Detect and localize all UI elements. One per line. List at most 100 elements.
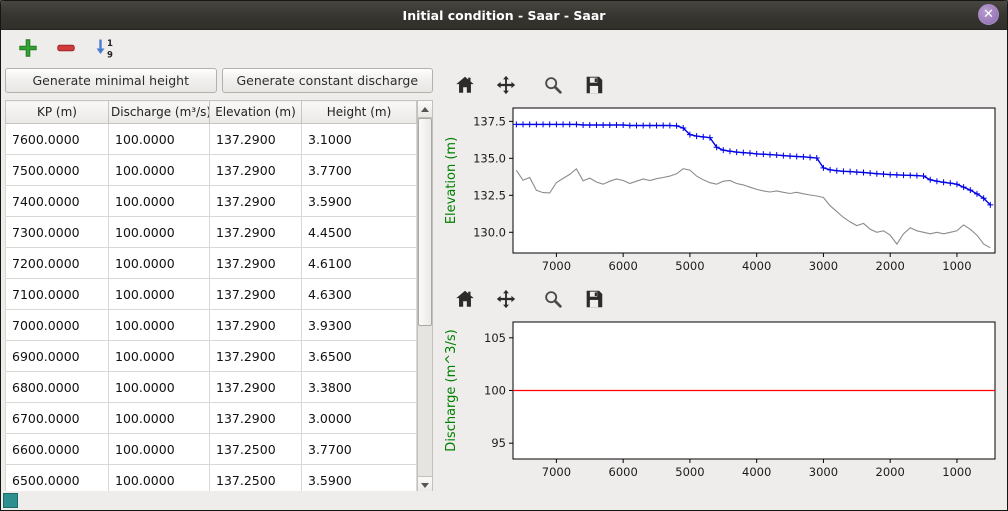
minus-icon xyxy=(55,37,77,59)
table-cell[interactable]: 3.3800 xyxy=(302,372,417,403)
corner-widget[interactable] xyxy=(3,493,18,508)
generate-minimal-height-button[interactable]: Generate minimal height xyxy=(5,68,217,93)
right-pane: 7000600050004000300020001000130.0132.513… xyxy=(439,68,1003,491)
table-cell[interactable]: 7500.0000 xyxy=(6,155,109,186)
table-cell[interactable]: 100.0000 xyxy=(109,465,210,492)
table-cell[interactable]: 100.0000 xyxy=(109,279,210,310)
window-title: Initial condition - Saar - Saar xyxy=(403,8,606,23)
table-cell[interactable]: 3.0000 xyxy=(302,403,417,434)
content-area: Generate minimal height Generate constan… xyxy=(1,66,1007,491)
add-row-button[interactable] xyxy=(15,35,41,61)
table-cell[interactable]: 137.2900 xyxy=(210,217,302,248)
titlebar[interactable]: Initial condition - Saar - Saar ✕ xyxy=(1,1,1007,30)
table-cell[interactable]: 6900.0000 xyxy=(6,341,109,372)
scrollbar-thumb[interactable] xyxy=(418,118,432,326)
table-cell[interactable]: 137.2900 xyxy=(210,403,302,434)
save-icon xyxy=(583,74,605,96)
table-cell[interactable]: 137.2900 xyxy=(210,372,302,403)
table-cell[interactable]: 137.2900 xyxy=(210,248,302,279)
table-cell[interactable]: 7100.0000 xyxy=(6,279,109,310)
elevation-pan-button[interactable] xyxy=(490,72,522,99)
svg-text:4000: 4000 xyxy=(742,259,771,273)
close-button[interactable]: ✕ xyxy=(978,4,999,25)
table-cell[interactable]: 137.2900 xyxy=(210,341,302,372)
remove-row-button[interactable] xyxy=(53,35,79,61)
table-cell[interactable]: 6600.0000 xyxy=(6,434,109,465)
table-cell[interactable]: 4.6100 xyxy=(302,248,417,279)
table-cell[interactable]: 100.0000 xyxy=(109,217,210,248)
table-cell[interactable]: 7000.0000 xyxy=(6,310,109,341)
table-scrollbar[interactable] xyxy=(417,100,433,491)
table-row: 7100.0000100.0000137.29004.6300 xyxy=(6,279,417,310)
elevation-save-button[interactable] xyxy=(578,72,610,99)
table-cell[interactable]: 137.2900 xyxy=(210,310,302,341)
table-cell[interactable]: 137.2500 xyxy=(210,465,302,492)
svg-text:Elevation (m): Elevation (m) xyxy=(444,137,459,224)
table-cell[interactable]: 3.1000 xyxy=(302,124,417,155)
pan-move-icon xyxy=(495,288,517,310)
column-header[interactable]: Discharge (m³/s) xyxy=(109,101,210,124)
table-cell[interactable]: 137.2500 xyxy=(210,434,302,465)
discharge-home-button[interactable] xyxy=(449,286,481,313)
close-icon: ✕ xyxy=(983,7,994,22)
table-cell[interactable]: 7300.0000 xyxy=(6,217,109,248)
table-cell[interactable]: 100.0000 xyxy=(109,372,210,403)
table-cell[interactable]: 3.5900 xyxy=(302,465,417,492)
scrollbar-track[interactable] xyxy=(418,118,432,476)
table-header-row: KP (m)Discharge (m³/s)Elevation (m)Heigh… xyxy=(6,101,417,124)
table-cell[interactable]: 137.2900 xyxy=(210,186,302,217)
column-header[interactable]: Height (m) xyxy=(302,101,417,124)
table-cell[interactable]: 6800.0000 xyxy=(6,372,109,403)
svg-text:2000: 2000 xyxy=(876,259,905,273)
table-cell[interactable]: 7400.0000 xyxy=(6,186,109,217)
table-cell[interactable]: 6700.0000 xyxy=(6,403,109,434)
table-cell[interactable]: 4.4500 xyxy=(302,217,417,248)
table-row: 7600.0000100.0000137.29003.1000 xyxy=(6,124,417,155)
table-cell[interactable]: 100.0000 xyxy=(109,310,210,341)
table-cell[interactable]: 3.7700 xyxy=(302,434,417,465)
sort-descending-icon: 1 9 xyxy=(92,36,116,60)
discharge-plot-toolbar xyxy=(441,284,1003,314)
table-cell[interactable]: 100.0000 xyxy=(109,248,210,279)
scroll-down-button[interactable] xyxy=(418,476,432,491)
elevation-home-button[interactable] xyxy=(449,72,481,99)
svg-text:100: 100 xyxy=(484,384,506,398)
table-cell[interactable]: 4.6300 xyxy=(302,279,417,310)
table-row: 6900.0000100.0000137.29003.6500 xyxy=(6,341,417,372)
table-cell[interactable]: 100.0000 xyxy=(109,434,210,465)
table-cell[interactable]: 100.0000 xyxy=(109,155,210,186)
svg-text:132.5: 132.5 xyxy=(473,188,506,202)
table-cell[interactable]: 3.6500 xyxy=(302,341,417,372)
table-cell[interactable]: 7200.0000 xyxy=(6,248,109,279)
discharge-zoom-button[interactable] xyxy=(537,286,569,313)
svg-text:3000: 3000 xyxy=(809,465,838,479)
table-cell[interactable]: 137.2900 xyxy=(210,155,302,186)
discharge-pan-button[interactable] xyxy=(490,286,522,313)
sort-button[interactable]: 1 9 xyxy=(91,35,117,61)
pan-move-icon xyxy=(495,74,517,96)
column-header[interactable]: KP (m) xyxy=(6,101,109,124)
discharge-save-button[interactable] xyxy=(578,286,610,313)
main-toolbar: 1 9 xyxy=(1,30,1007,66)
column-header[interactable]: Elevation (m) xyxy=(210,101,302,124)
elevation-plot[interactable]: 7000600050004000300020001000130.0132.513… xyxy=(441,102,1001,278)
svg-text:4000: 4000 xyxy=(742,465,771,479)
table-cell[interactable]: 6500.0000 xyxy=(6,465,109,492)
table-cell[interactable]: 7600.0000 xyxy=(6,124,109,155)
svg-text:6000: 6000 xyxy=(609,259,638,273)
table-row: 6800.0000100.0000137.29003.3800 xyxy=(6,372,417,403)
table-cell[interactable]: 100.0000 xyxy=(109,124,210,155)
discharge-plot[interactable]: 700060005000400030002000100095100105Disc… xyxy=(441,316,1001,484)
table-row: 7500.0000100.0000137.29003.7700 xyxy=(6,155,417,186)
scroll-up-button[interactable] xyxy=(418,101,432,118)
table-cell[interactable]: 100.0000 xyxy=(109,341,210,372)
elevation-zoom-button[interactable] xyxy=(537,72,569,99)
table-cell[interactable]: 100.0000 xyxy=(109,403,210,434)
table-cell[interactable]: 3.5900 xyxy=(302,186,417,217)
table-cell[interactable]: 3.9300 xyxy=(302,310,417,341)
generate-constant-discharge-button[interactable]: Generate constant discharge xyxy=(222,68,434,93)
table-cell[interactable]: 137.2900 xyxy=(210,124,302,155)
table-cell[interactable]: 3.7700 xyxy=(302,155,417,186)
table-cell[interactable]: 100.0000 xyxy=(109,186,210,217)
table-cell[interactable]: 137.2900 xyxy=(210,279,302,310)
